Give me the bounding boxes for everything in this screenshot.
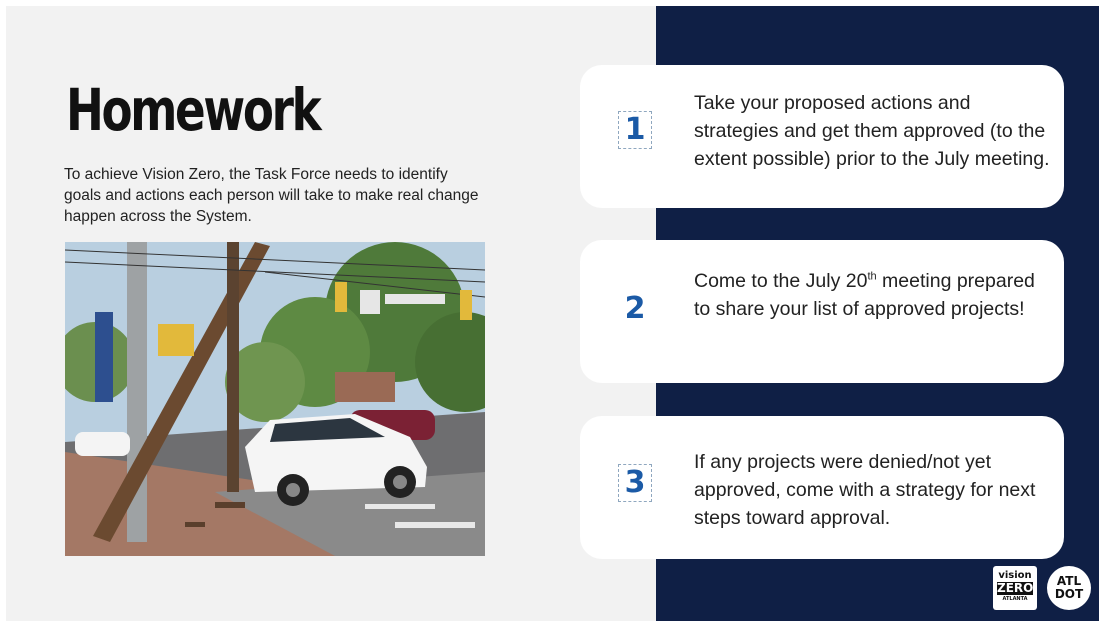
atl-dot-logo-line2: DOT (1054, 587, 1084, 601)
step-text-3: If any projects were denied/not yet appr… (694, 451, 1036, 529)
intro-text: To achieve Vision Zero, the Task Force n… (64, 166, 479, 225)
step-text-2-start: Come to the July 20 (694, 270, 868, 292)
step-number-3: 3 (618, 464, 652, 502)
step-text-2-superscript: th (867, 270, 877, 283)
step-card-2: 2 Come to the July 20th meeting prepared… (580, 240, 1064, 383)
atl-dot-logo: ATL DOT (1047, 566, 1091, 610)
slide-title: Homework (66, 76, 322, 144)
slide: Homework To achieve Vision Zero, the Tas… (6, 6, 1099, 621)
step-number-1: 1 (618, 111, 652, 149)
step-card-3: 3 If any projects were denied/not yet ap… (580, 416, 1064, 559)
crash-photo (65, 242, 485, 556)
step-number-2: 2 (624, 291, 646, 326)
vision-zero-logo-line1: vision (998, 570, 1032, 581)
crash-scene-image (65, 242, 485, 556)
vision-zero-logo-line3: ATLANTA (1002, 596, 1028, 602)
step-text-1: Take your proposed actions and strategie… (694, 92, 1050, 170)
vision-zero-logo: vision ZERO ATLANTA (993, 566, 1037, 610)
step-text-2: Come to the July 20th meeting prepared t… (694, 267, 1054, 323)
vision-zero-logo-line2: ZERO (997, 581, 1034, 595)
step-card-1: 1 Take your proposed actions and strateg… (580, 65, 1064, 208)
